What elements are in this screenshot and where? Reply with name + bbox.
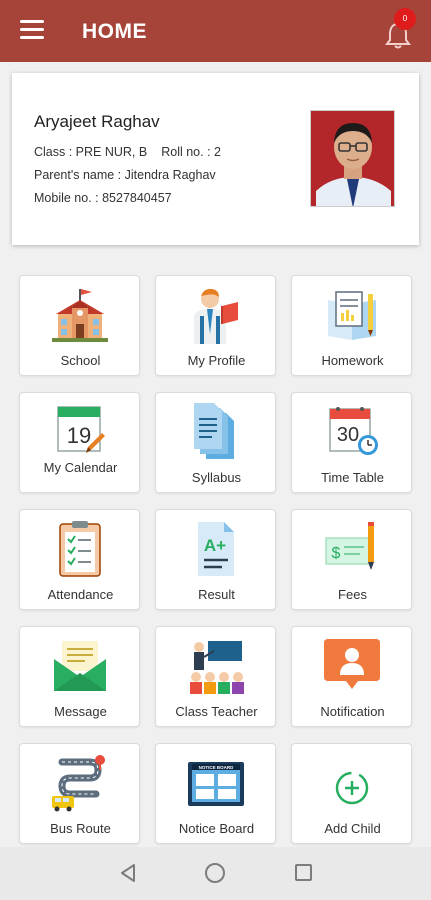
tile-label: Time Table (321, 470, 384, 485)
class-roll-line: Class : PRE NUR, B Roll no. : 2 (34, 145, 221, 159)
grade-text: A+ (204, 536, 226, 555)
tile-school[interactable]: School (19, 275, 140, 376)
tile-add-child[interactable]: Add Child (291, 743, 412, 844)
app-bar: HOME 0 (0, 0, 431, 62)
student-photo (310, 110, 395, 207)
tile-label: Notification (320, 704, 385, 719)
bus-route-icon (52, 755, 105, 812)
calendar-day-text: 30 (337, 424, 359, 446)
tile-label: My Calendar (43, 460, 118, 475)
tile-bus-route[interactable]: Bus Route (19, 743, 140, 844)
tile-label: Syllabus (191, 470, 242, 485)
notification-icon (324, 639, 380, 689)
tile-homework[interactable]: Homework (291, 275, 412, 376)
tile-notification[interactable]: Notification (291, 626, 412, 727)
roll-info: Roll no. : 2 (161, 145, 221, 159)
calendar-icon: 19 (57, 406, 105, 453)
add-child-icon (335, 771, 369, 805)
tile-fees[interactable]: $ Fees (291, 509, 412, 610)
tile-class-teacher[interactable]: Class Teacher (155, 626, 276, 727)
system-nav-bar (0, 847, 431, 900)
message-icon (54, 641, 106, 691)
tile-label: Result (198, 587, 235, 602)
tile-label: School (60, 353, 101, 368)
notification-badge: 0 (394, 8, 416, 30)
attendance-icon (59, 521, 101, 577)
mobile-info: Mobile no. : 8527840457 (34, 191, 172, 205)
tile-label: Bus Route (50, 821, 111, 836)
tile-label: Homework (321, 353, 384, 368)
profile-icon (194, 288, 238, 344)
menu-icon[interactable] (20, 20, 44, 40)
tile-label: Message (54, 704, 107, 719)
result-icon: A+ (198, 522, 234, 576)
tile-my-profile[interactable]: My Profile (155, 275, 276, 376)
svg-text:$: $ (332, 545, 341, 562)
student-profile-card[interactable]: Aryajeet Raghav Class : PRE NUR, B Roll n… (12, 73, 419, 245)
tile-label: Notice Board (178, 821, 255, 836)
tile-notice-board[interactable]: NOTICE BOARD Notice Board (155, 743, 276, 844)
tile-result[interactable]: A+ Result (155, 509, 276, 610)
tile-attendance[interactable]: Attendance (19, 509, 140, 610)
board-text: NOTICE BOARD (199, 765, 235, 770)
calendar-day-text: 19 (67, 423, 91, 448)
tile-label: Class Teacher (175, 704, 258, 719)
parent-info: Parent's name : Jitendra Raghav (34, 168, 216, 182)
tile-label: Attendance (47, 587, 114, 602)
page-title: HOME (82, 20, 147, 43)
notice-board-icon: NOTICE BOARD (188, 762, 244, 806)
tile-label: Add Child (324, 821, 381, 836)
class-info: Class : PRE NUR, B (34, 145, 148, 159)
syllabus-icon (194, 403, 234, 459)
class-teacher-icon (190, 641, 244, 694)
recent-apps-icon[interactable] (295, 864, 312, 881)
tile-label: Fees (338, 587, 367, 602)
tile-time-table[interactable]: 30 Time Table (291, 392, 412, 493)
tile-label: My Profile (187, 353, 246, 368)
fees-icon: $ (325, 522, 374, 570)
tile-my-calendar[interactable]: 19 My Calendar (19, 392, 140, 493)
home-circle-icon[interactable] (205, 863, 225, 883)
homework-icon (328, 291, 376, 340)
tile-message[interactable]: Message (19, 626, 140, 727)
student-name: Aryajeet Raghav (34, 112, 160, 131)
back-icon[interactable] (119, 863, 137, 883)
tile-syllabus[interactable]: Syllabus (155, 392, 276, 493)
school-icon (52, 289, 108, 342)
menu-grid: School My Profile Homework 19 My Calenda… (0, 262, 431, 847)
timetable-icon: 30 (329, 407, 378, 455)
